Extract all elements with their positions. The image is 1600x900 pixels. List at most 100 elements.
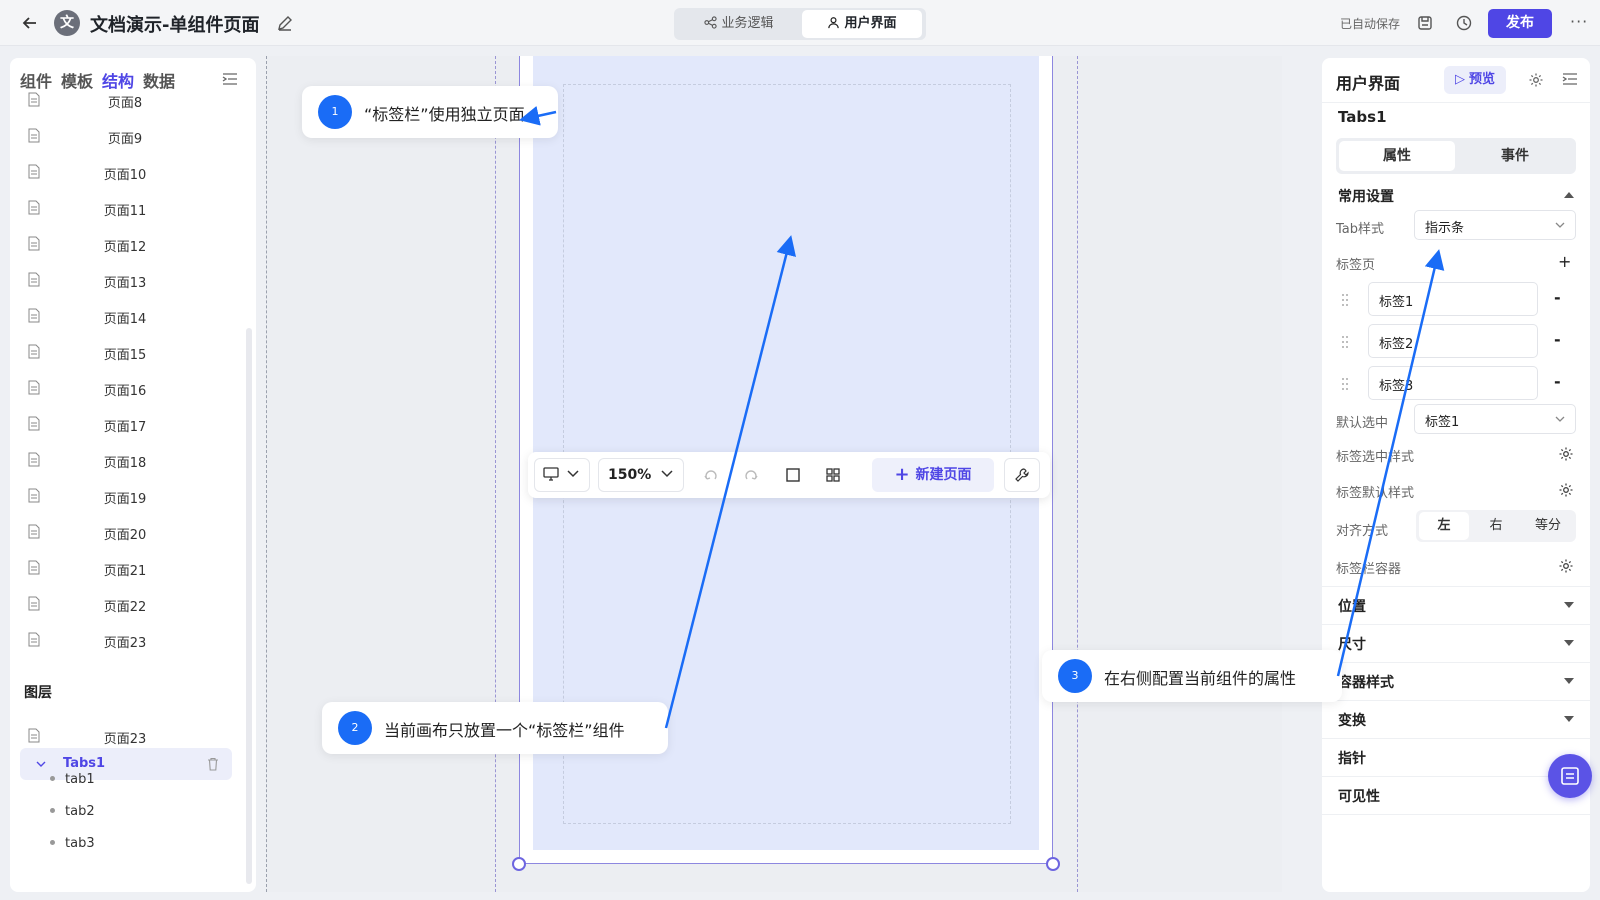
layer-child-item[interactable]: tab3: [50, 836, 95, 856]
default-style-label: 标签默认样式: [1336, 486, 1415, 501]
tab-business-logic-label: 业务逻辑: [721, 16, 774, 31]
gear-icon[interactable]: [1558, 558, 1574, 574]
align-left-option[interactable]: 左: [1419, 512, 1469, 540]
caret-down-icon[interactable]: [1564, 678, 1574, 684]
page-list-item[interactable]: 页面20: [10, 514, 246, 550]
assistant-button[interactable]: [1548, 754, 1592, 798]
mode-switch: 业务逻辑 用户界面: [674, 8, 926, 40]
tools-button[interactable]: [1004, 458, 1040, 492]
tab-business-logic[interactable]: 业务逻辑: [678, 10, 800, 38]
remove-tab-button[interactable]: -: [1554, 372, 1561, 391]
tab-entry-input[interactable]: 标签1: [1368, 282, 1538, 316]
page-list-item[interactable]: 页面11: [10, 190, 246, 226]
page-icon: [28, 728, 40, 743]
tab-style-select[interactable]: 指示条: [1414, 210, 1576, 240]
page-list-item[interactable]: 页面13: [10, 262, 246, 298]
tab-structure[interactable]: 结构: [102, 68, 134, 92]
page-list-scrollbar[interactable]: [246, 328, 252, 884]
page-icon: [28, 164, 40, 179]
chevron-down-icon[interactable]: [36, 759, 46, 769]
page-list-item[interactable]: 页面9: [10, 118, 246, 154]
section-pointer[interactable]: 指针: [1338, 748, 1366, 768]
page-list-item[interactable]: 页面10: [10, 154, 246, 190]
align-equal-option[interactable]: 等分: [1523, 512, 1573, 540]
align-right-option[interactable]: 右: [1471, 512, 1521, 540]
tab-properties[interactable]: 属性: [1339, 141, 1455, 171]
page-list-item[interactable]: 页面22: [10, 586, 246, 622]
caret-down-icon[interactable]: [1564, 640, 1574, 646]
page-list-item[interactable]: 页面17: [10, 406, 246, 442]
redo-icon[interactable]: [742, 466, 760, 484]
save-icon[interactable]: [1416, 14, 1434, 32]
tab-templates[interactable]: 模板: [61, 68, 93, 92]
new-page-button[interactable]: + 新建页面: [872, 458, 994, 492]
page-list-item[interactable]: 页面19: [10, 478, 246, 514]
section-size[interactable]: 尺寸: [1338, 634, 1366, 654]
layer-child-item[interactable]: tab2: [50, 804, 95, 824]
remove-tab-button[interactable]: -: [1554, 330, 1561, 349]
publish-button[interactable]: 发布: [1488, 9, 1552, 38]
resize-handle[interactable]: [512, 857, 526, 871]
page-list-item-label: 页面14: [103, 312, 147, 327]
drag-handle-icon[interactable]: [1340, 292, 1350, 308]
page-list-item[interactable]: 页面14: [10, 298, 246, 334]
undo-icon[interactable]: [702, 466, 720, 484]
wrench-icon: [1015, 468, 1029, 482]
resize-handle[interactable]: [1046, 857, 1060, 871]
left-panel: 组件 模板 结构 数据 页面8 页面9 页面10 页面11 页面12 页面13 页面14 页面15 页…: [10, 58, 256, 892]
page-list-item[interactable]: 页面15: [10, 334, 246, 370]
caret-down-icon[interactable]: [1564, 716, 1574, 722]
tab-entry-input[interactable]: 标签2: [1368, 324, 1538, 358]
section-transform[interactable]: 变换: [1338, 710, 1366, 730]
collapse-panel-icon[interactable]: [222, 72, 238, 86]
page-list-item[interactable]: 页面12: [10, 226, 246, 262]
page-list-item[interactable]: 页面18: [10, 442, 246, 478]
tab-data[interactable]: 数据: [143, 68, 175, 92]
gear-icon[interactable]: [1528, 72, 1544, 88]
device-selector[interactable]: [534, 458, 590, 492]
tab-events[interactable]: 事件: [1457, 141, 1573, 171]
drag-handle-icon[interactable]: [1340, 334, 1350, 350]
history-icon[interactable]: [1455, 14, 1473, 32]
grid-icon[interactable]: [824, 466, 842, 484]
zoom-selector[interactable]: 150%: [598, 458, 684, 492]
caret-up-icon[interactable]: [1564, 192, 1574, 198]
add-tab-button[interactable]: +: [1558, 252, 1571, 271]
default-selected-select[interactable]: 标签1: [1414, 404, 1576, 434]
page-list-item-label: 页面13: [103, 276, 147, 291]
remove-tab-button[interactable]: -: [1554, 288, 1561, 307]
preview-button[interactable]: ▷ 预览: [1444, 66, 1506, 94]
tab-user-interface[interactable]: 用户界面: [802, 10, 922, 38]
more-icon[interactable]: ···: [1570, 12, 1588, 31]
layer-child-item[interactable]: tab1: [50, 772, 95, 792]
share-icon: [704, 16, 718, 29]
chevron-down-icon: [661, 470, 673, 478]
page-list-item[interactable]: 页面23: [10, 622, 246, 658]
gear-icon[interactable]: [1558, 446, 1574, 462]
layer-page-item[interactable]: 页面23: [10, 718, 246, 752]
section-common-settings[interactable]: 常用设置: [1338, 186, 1394, 206]
tab-entry-input[interactable]: 标签3: [1368, 366, 1538, 400]
divider: [1322, 662, 1590, 663]
back-arrow-icon[interactable]: [20, 13, 40, 33]
page-icon: [28, 452, 40, 467]
section-visibility[interactable]: 可见性: [1338, 786, 1380, 806]
section-position[interactable]: 位置: [1338, 596, 1366, 616]
drag-handle-icon[interactable]: [1340, 376, 1350, 392]
edit-icon[interactable]: [276, 14, 294, 32]
page-list-item[interactable]: 页面21: [10, 550, 246, 586]
gear-icon[interactable]: [1558, 482, 1574, 498]
page-list-item-label: 页面10: [103, 168, 147, 183]
page-list-item-label: 页面23: [103, 636, 147, 651]
layer-child-label: tab2: [65, 804, 95, 819]
page-list-item[interactable]: 页面16: [10, 370, 246, 406]
section-container-style[interactable]: 容器样式: [1338, 672, 1394, 692]
page-list-item-label: 页面19: [103, 492, 147, 507]
play-icon: ▷: [1454, 72, 1465, 87]
frame-icon[interactable]: [784, 466, 802, 484]
tab-components[interactable]: 组件: [20, 68, 52, 92]
outline-icon[interactable]: [1562, 72, 1578, 88]
page-list-item[interactable]: 页面8: [10, 92, 246, 118]
trash-icon[interactable]: [206, 757, 220, 771]
caret-down-icon[interactable]: [1564, 602, 1574, 608]
